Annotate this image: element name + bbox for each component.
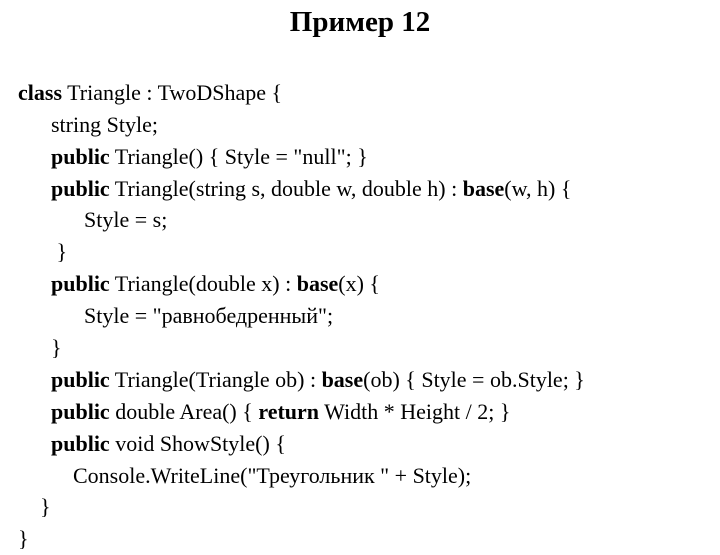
keyword-public: public <box>51 176 110 201</box>
code-line: } <box>18 526 29 551</box>
code-block: class Triangle : TwoDShape { string Styl… <box>18 45 702 555</box>
code-line: string Style; <box>18 112 158 137</box>
keyword-public: public <box>51 431 110 456</box>
code-line: Console.WriteLine("Треугольник " + Style… <box>18 463 471 488</box>
code-line: public Triangle(double x) : base(x) { <box>18 271 380 296</box>
code-line: Style = s; <box>18 207 167 232</box>
slide: Пример 12 class Triangle : TwoDShape { s… <box>0 0 720 540</box>
keyword-base: base <box>322 367 364 392</box>
keyword-base: base <box>463 176 505 201</box>
keyword-public: public <box>51 399 110 424</box>
code-line: public double Area() { return Width * He… <box>18 399 510 424</box>
code-line: public void ShowStyle() { <box>18 431 286 456</box>
code-line: } <box>18 494 51 519</box>
keyword-class: class <box>18 80 62 105</box>
keyword-public: public <box>51 367 110 392</box>
code-line: public Triangle(string s, double w, doub… <box>18 176 571 201</box>
keyword-return: return <box>258 399 319 424</box>
code-line: } <box>18 335 62 360</box>
keyword-public: public <box>51 271 110 296</box>
code-line: class Triangle : TwoDShape { <box>18 80 282 105</box>
code-line: public Triangle(Triangle ob) : base(ob) … <box>18 367 585 392</box>
keyword-base: base <box>297 271 339 296</box>
code-line: public Triangle() { Style = "null"; } <box>18 144 368 169</box>
code-line: } <box>18 239 67 264</box>
slide-title: Пример 12 <box>18 6 702 39</box>
code-line: Style = "равнобедренный"; <box>18 303 333 328</box>
keyword-public: public <box>51 144 110 169</box>
